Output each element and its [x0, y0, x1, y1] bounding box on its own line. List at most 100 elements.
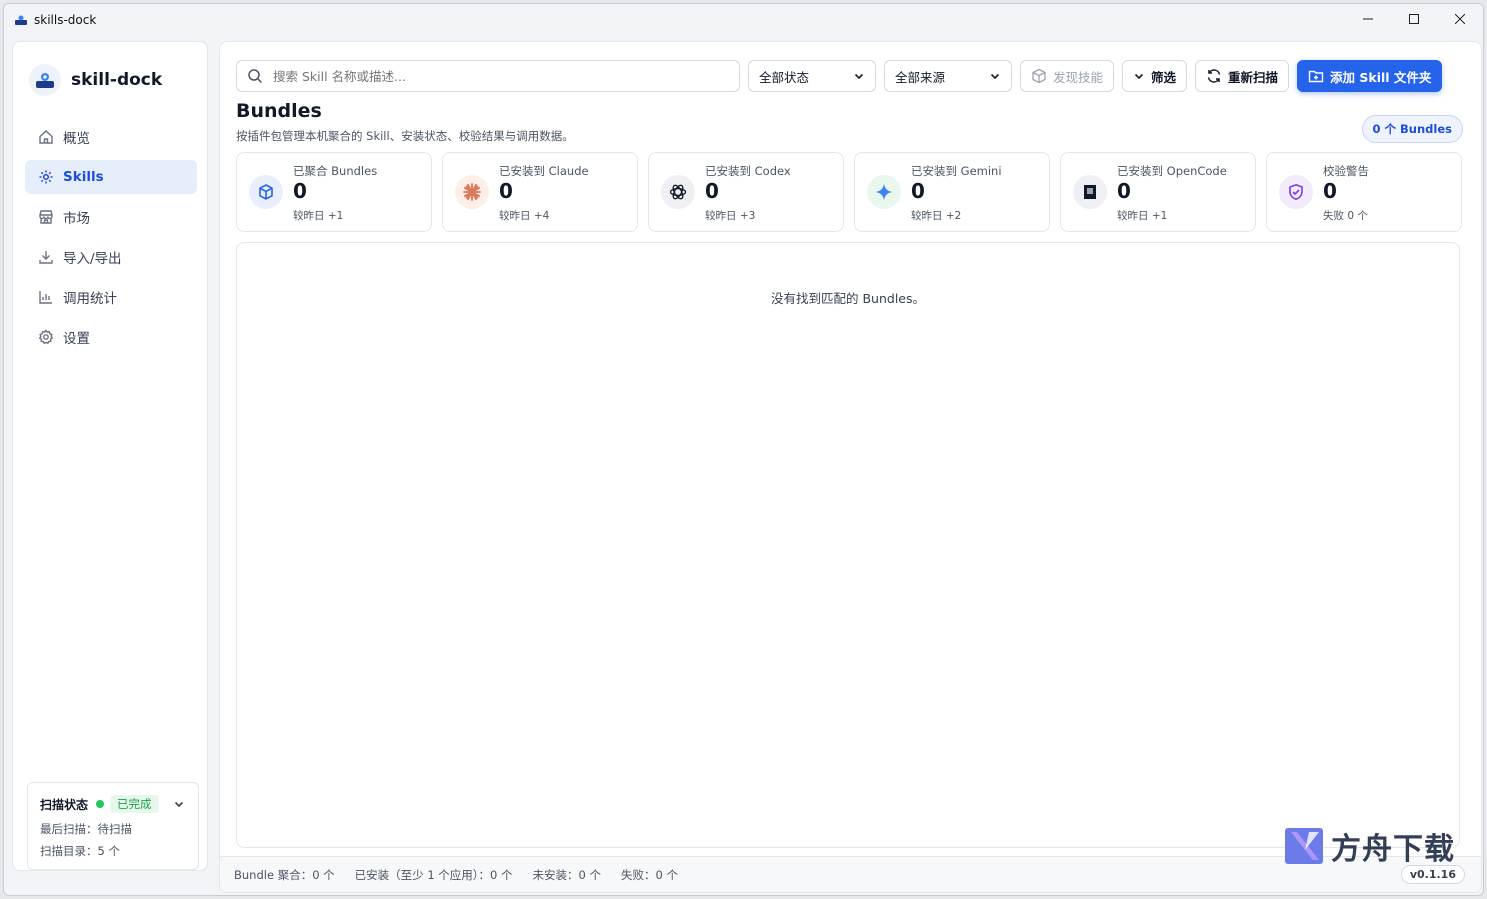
search-input[interactable] [273, 68, 713, 84]
watermark: 方舟下载 [1283, 824, 1455, 868]
chevron-down-icon [1133, 70, 1145, 82]
dock-logo-icon [36, 73, 54, 88]
sidebar-item-settings[interactable]: 设置 [25, 320, 197, 354]
stat-value: 0 [1323, 179, 1337, 203]
sidebar-item-overview[interactable]: 概览 [25, 120, 197, 154]
gemini-icon [867, 175, 901, 209]
settings-icon [37, 328, 55, 346]
sidebar-item-label: 概览 [63, 131, 90, 147]
maximize-icon [1409, 14, 1419, 24]
sidebar-item-label: 调用统计 [63, 291, 117, 307]
gear-icon [37, 168, 55, 186]
stat-value: 0 [499, 179, 513, 203]
sidebar-item-label: Skills [63, 169, 104, 185]
bar-chart-icon [37, 288, 55, 306]
stat-card-validation-warnings: 校验警告 0 失败 0 个 [1266, 152, 1462, 232]
watermark-logo-icon [1285, 828, 1323, 864]
stat-card-claude: 已安装到 Claude 0 较昨日 +4 [442, 152, 638, 232]
search-icon [248, 69, 263, 84]
add-skill-folder-label: 添加 Skill 文件夹 [1330, 69, 1432, 85]
sidebar-item-skills[interactable]: Skills [25, 160, 197, 194]
home-icon [37, 128, 55, 146]
stat-label: 已安装到 OpenCode [1117, 164, 1227, 178]
stat-delta: 较昨日 +2 [911, 210, 962, 222]
folder-plus-icon [1308, 68, 1324, 84]
scan-status-label: 扫描状态 [40, 797, 89, 812]
maximize-button[interactable] [1391, 4, 1437, 34]
sidebar-item-usage-stats[interactable]: 调用统计 [25, 280, 197, 314]
refresh-icon [1206, 68, 1222, 84]
stat-value: 0 [705, 179, 719, 203]
minimize-icon [1363, 18, 1373, 20]
stat-value: 0 [1117, 179, 1131, 203]
rescan-button[interactable]: 重新扫描 [1195, 60, 1290, 92]
download-icon [37, 248, 55, 266]
stat-delta: 较昨日 +1 [293, 210, 344, 222]
status-failed: 失败：0 个 [621, 867, 678, 882]
sidebar-item-market[interactable]: 市场 [25, 200, 197, 234]
status-dot [96, 800, 105, 808]
stats-row: 已聚合 Bundles 0 较昨日 +1 已安装到 Claude 0 较昨日 +… [236, 152, 1462, 232]
search-box[interactable] [236, 60, 740, 92]
watermark-text: 方舟下载 [1331, 832, 1455, 867]
bundles-count-badge: 0 个 Bundles [1361, 115, 1463, 143]
sidebar: skill-dock 概览 Skills 市场 导入/导出 调用统计 设置 扫描… [12, 41, 208, 871]
toolbar: 全部状态 全部来源 发现技能 筛选 [236, 59, 1465, 93]
sidebar-item-label: 市场 [63, 211, 90, 227]
stat-card-bundles: 已聚合 Bundles 0 较昨日 +1 [236, 152, 432, 232]
discover-skills-button[interactable]: 发现技能 [1020, 60, 1115, 92]
add-skill-folder-button[interactable]: 添加 Skill 文件夹 [1297, 60, 1443, 92]
stat-label: 已安装到 Codex [705, 164, 791, 178]
scan-status-badge: 已完成 [110, 795, 159, 813]
stat-value: 0 [293, 179, 307, 203]
stat-label: 已安装到 Claude [499, 164, 589, 178]
sidebar-nav: 概览 Skills 市场 导入/导出 调用统计 设置 [25, 120, 197, 360]
main-panel: 全部状态 全部来源 发现技能 筛选 [219, 41, 1482, 893]
stat-label: 已安装到 Gemini [911, 164, 1002, 178]
last-scan-text: 最后扫描：待扫描 [40, 822, 132, 836]
shield-check-icon [1279, 175, 1313, 209]
sidebar-item-label: 设置 [63, 331, 90, 347]
close-icon [1455, 14, 1465, 24]
store-icon [37, 208, 55, 226]
filter-label: 筛选 [1151, 69, 1177, 85]
status-select[interactable]: 全部状态 [748, 60, 876, 92]
stat-card-opencode: 已安装到 OpenCode 0 较昨日 +1 [1060, 152, 1256, 232]
source-select-value: 全部来源 [895, 69, 946, 85]
source-select[interactable]: 全部来源 [884, 60, 1012, 92]
stat-label: 已聚合 Bundles [293, 164, 378, 178]
page-subtitle: 按插件包管理本机聚合的 Skill、安装状态、校验结果与调用数据。 [236, 129, 574, 143]
status-not-installed: 未安装：0 个 [532, 867, 602, 882]
close-button[interactable] [1437, 4, 1483, 34]
package-icon [1031, 68, 1047, 84]
stat-delta: 失败 0 个 [1323, 210, 1368, 222]
stat-value: 0 [911, 179, 925, 203]
stat-delta: 较昨日 +1 [1117, 210, 1168, 222]
claude-icon [455, 175, 489, 209]
sidebar-item-import-export[interactable]: 导入/导出 [25, 240, 197, 274]
sidebar-item-label: 导入/导出 [63, 251, 122, 267]
brand-name: skill-dock [71, 70, 163, 90]
app-window: skills-dock skill-dock 概览 Skills 市场 导入/导… [3, 3, 1484, 896]
stat-delta: 较昨日 +4 [499, 210, 550, 222]
page-title: Bundles [236, 100, 322, 122]
filter-button[interactable]: 筛选 [1122, 60, 1188, 92]
app-icon [15, 15, 27, 25]
page-header: Bundles 按插件包管理本机聚合的 Skill、安装状态、校验结果与调用数据… [236, 100, 574, 144]
discover-skills-label: 发现技能 [1053, 69, 1104, 85]
opencode-icon [1073, 175, 1107, 209]
cube-icon [249, 175, 283, 209]
chevron-down-icon[interactable] [172, 797, 186, 811]
stat-delta: 较昨日 +3 [705, 210, 756, 222]
brand: skill-dock [29, 64, 162, 96]
version-badge: v0.1.16 [1400, 865, 1465, 884]
chevron-down-icon [854, 73, 864, 80]
status-aggregated: Bundle 聚合：0 个 [234, 867, 335, 882]
empty-state-message: 没有找到匹配的 Bundles。 [770, 291, 925, 306]
stat-card-codex: 已安装到 Codex 0 较昨日 +3 [648, 152, 844, 232]
minimize-button[interactable] [1345, 4, 1391, 34]
scan-status-card: 扫描状态 已完成 最后扫描：待扫描 扫描目录：5 个 [27, 782, 199, 870]
window-title: skills-dock [34, 13, 97, 27]
status-select-value: 全部状态 [759, 69, 810, 85]
status-installed: 已安装（至少 1 个应用）：0 个 [354, 867, 513, 882]
